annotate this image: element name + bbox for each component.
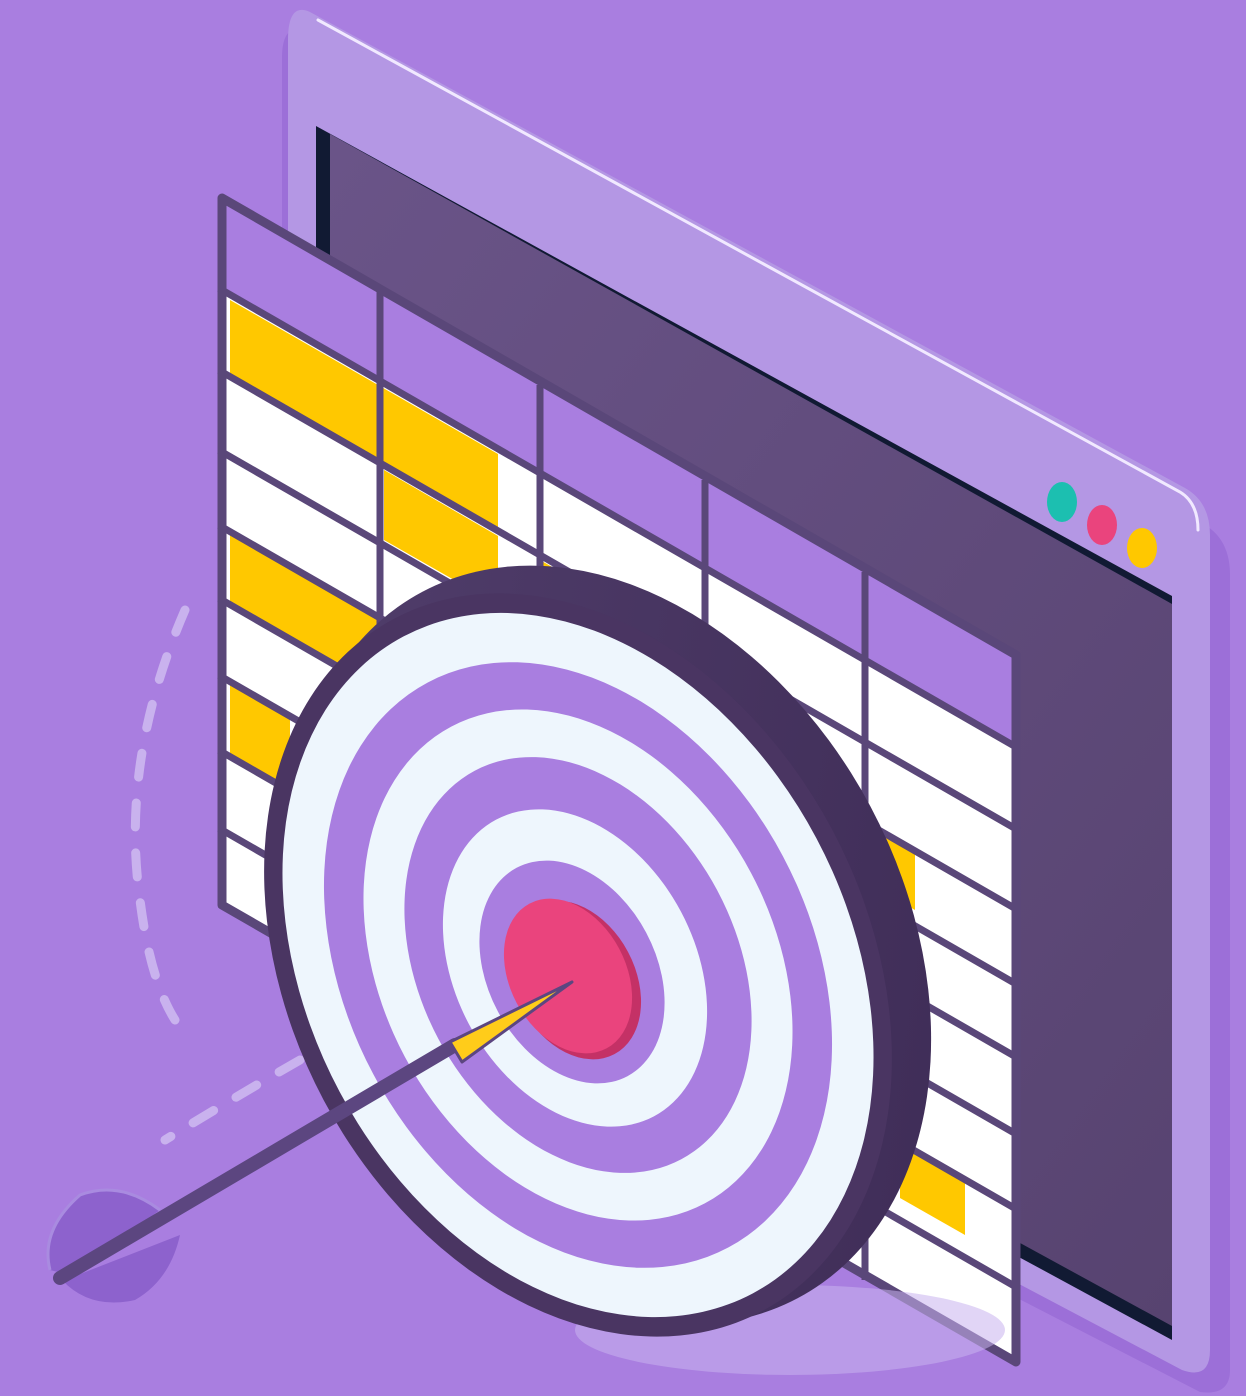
window-dot-pink <box>1087 505 1117 545</box>
target-arrow-illustration <box>46 9 1230 1393</box>
window-dot-teal <box>1047 482 1077 522</box>
window-dot-yellow <box>1127 528 1157 568</box>
